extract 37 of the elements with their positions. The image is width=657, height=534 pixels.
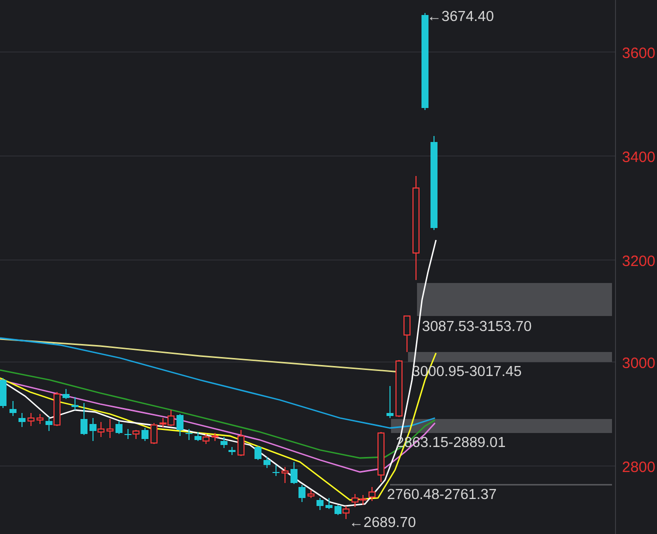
candlestick (316, 498, 324, 510)
candlestick (212, 432, 218, 442)
candlestick (404, 316, 410, 352)
candlestick (386, 386, 394, 418)
price-zone-label: 3087.53-3153.70 (422, 319, 532, 335)
candlestick (0, 378, 6, 408)
candlestick (150, 422, 158, 444)
candlestick (264, 456, 270, 468)
candlestick (142, 428, 148, 442)
candlestick (308, 490, 314, 498)
candlestick (18, 412, 26, 428)
candlestick (28, 412, 34, 426)
candlestick (238, 430, 244, 456)
candlestick (80, 402, 88, 436)
candlestick (116, 420, 122, 434)
candlestick (176, 414, 184, 436)
y-axis-label: 3600 (622, 45, 656, 62)
candlestick (106, 418, 114, 438)
candlestick (72, 396, 78, 410)
y-axis-label: 3200 (622, 253, 656, 270)
candlestick (36, 414, 44, 424)
y-axis-label: 2800 (622, 459, 656, 476)
price-zone-label: 2760.48-2761.37 (387, 487, 497, 503)
candlestick (272, 464, 280, 476)
candlestick (282, 466, 288, 484)
y-axis-label: 3000 (622, 355, 656, 372)
y-axis-label: 3400 (622, 149, 656, 166)
candlestick (396, 360, 402, 418)
candlestick (254, 446, 262, 460)
candlestick (62, 388, 70, 400)
candlestick (186, 428, 192, 440)
low-price-label: ←2689.70 (349, 515, 416, 531)
candlestick (326, 498, 332, 510)
candlestick (368, 486, 376, 502)
candlestick (10, 400, 16, 416)
candlestick (378, 432, 384, 482)
high-price-label: ←3674.40 (427, 9, 494, 25)
